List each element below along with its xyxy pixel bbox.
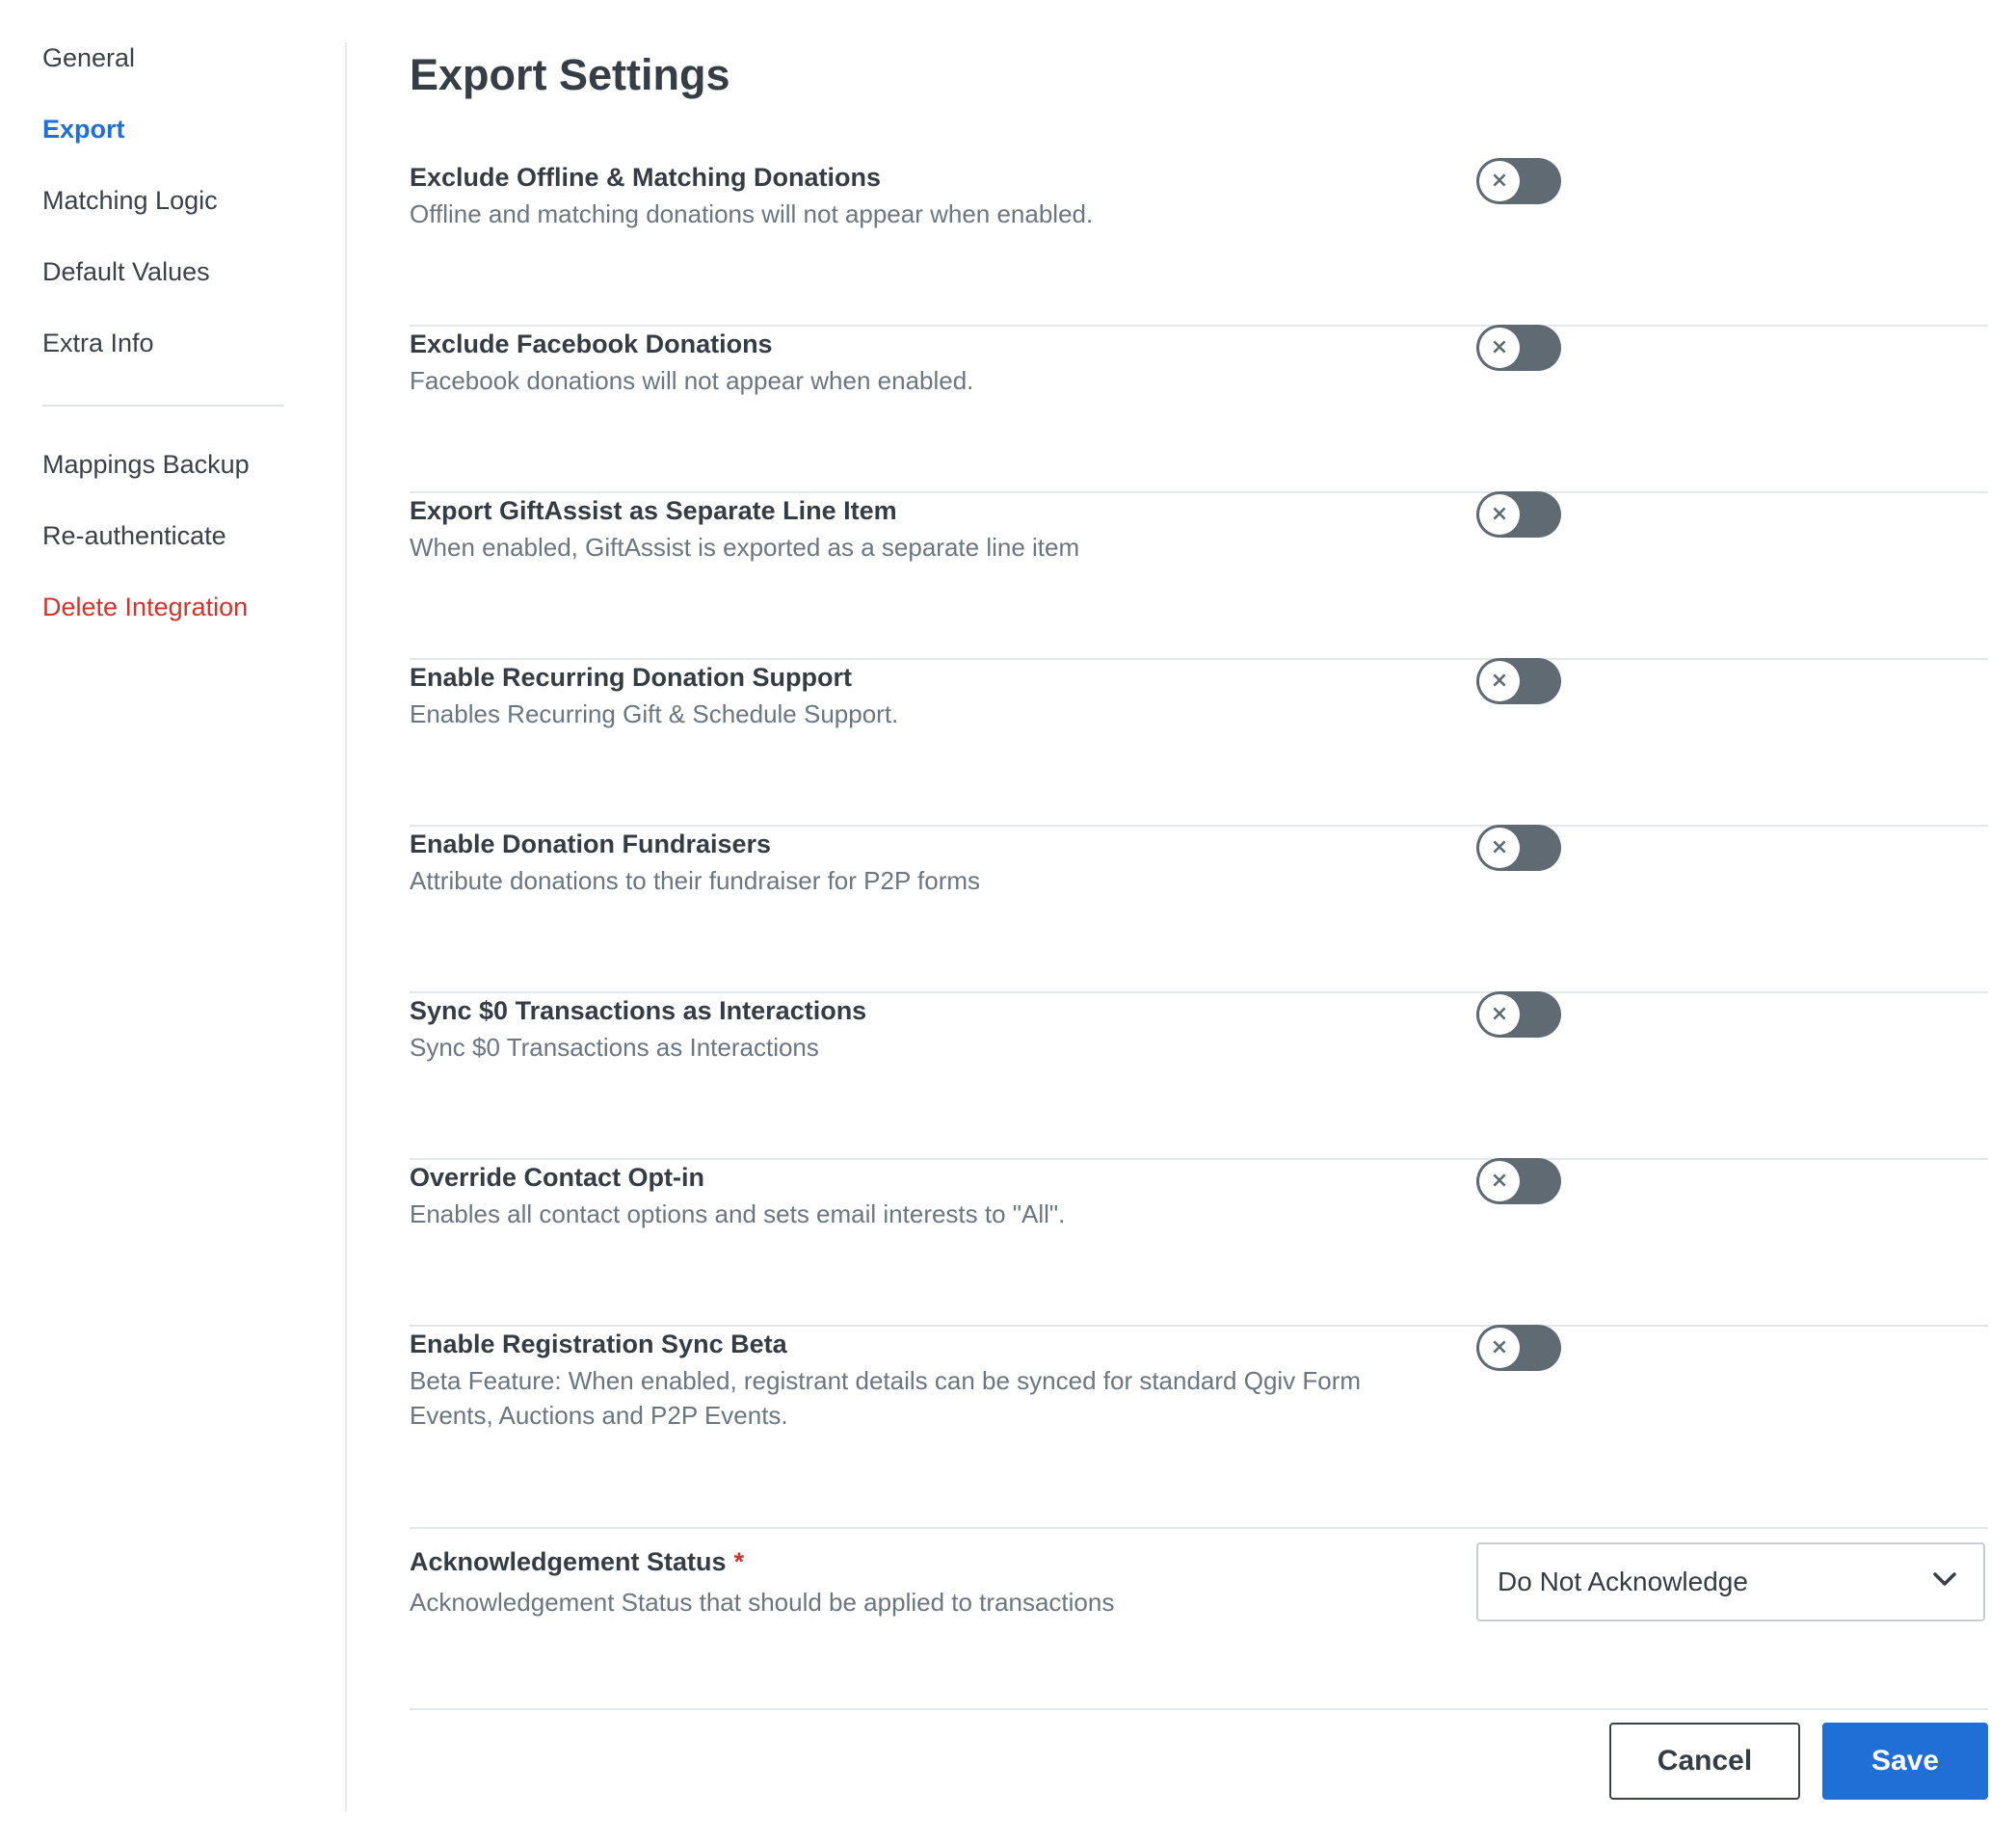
setting-donation-fundraisers: Enable Donation Fundraisers Attribute do…: [410, 825, 1988, 993]
setting-override-opt-in: Override Contact Opt-in Enables all cont…: [410, 1158, 1988, 1327]
setting-sync-zero-transactions: Sync $0 Transactions as Interactions Syn…: [410, 991, 1988, 1160]
sidebar-item-extra-info[interactable]: Extra Info: [42, 314, 283, 385]
setting-title: Enable Registration Sync Beta: [410, 1330, 787, 1358]
acknowledgement-title: Acknowledgement Status: [410, 1547, 727, 1576]
toggle-knob: ×: [1479, 661, 1520, 701]
close-icon: ×: [1490, 1002, 1509, 1026]
setting-title: Exclude Offline & Matching Donations: [410, 163, 882, 192]
setting-title: Enable Recurring Donation Support: [410, 663, 853, 692]
setting-recurring-donation: Enable Recurring Donation Support Enable…: [410, 658, 1988, 827]
main-content: Export Settings Exclude Offline & Matchi…: [410, 39, 1988, 1710]
required-marker: *: [733, 1547, 745, 1576]
close-icon: ×: [1490, 1335, 1509, 1359]
toggle-knob: ×: [1479, 328, 1520, 368]
setting-registration-sync: Enable Registration Sync Beta Beta Featu…: [410, 1325, 1988, 1529]
setting-export-giftassist: Export GiftAssist as Separate Line Item …: [410, 491, 1988, 660]
setting-description: Attribute donations to their fundraiser …: [410, 866, 981, 895]
setting-title: Export GiftAssist as Separate Line Item: [410, 496, 897, 525]
setting-acknowledgement-status: Acknowledgement Status * Acknowledgement …: [410, 1529, 1988, 1710]
registration-sync-toggle[interactable]: ×: [1476, 1325, 1561, 1371]
setting-description: Beta Feature: When enabled, registrant d…: [410, 1366, 1362, 1430]
page-title: Export Settings: [410, 50, 730, 99]
toggle-knob: ×: [1479, 1328, 1520, 1368]
setting-title: Exclude Facebook Donations: [410, 329, 773, 358]
sidebar-item-default-values[interactable]: Default Values: [42, 243, 283, 314]
setting-description: Facebook donations will not appear when …: [410, 366, 974, 395]
override-opt-in-toggle[interactable]: ×: [1476, 1158, 1561, 1204]
close-icon: ×: [1490, 835, 1509, 859]
sidebar-item-general[interactable]: General: [42, 29, 283, 100]
close-icon: ×: [1490, 502, 1509, 526]
exclude-facebook-toggle[interactable]: ×: [1476, 325, 1561, 371]
toggle-knob: ×: [1479, 828, 1520, 868]
close-icon: ×: [1490, 669, 1509, 693]
toggle-knob: ×: [1479, 161, 1520, 201]
sidebar-item-matching-logic[interactable]: Matching Logic: [42, 171, 283, 243]
chevron-down-icon: [1933, 1572, 1956, 1586]
recurring-donation-toggle[interactable]: ×: [1476, 658, 1561, 704]
sidebar-item-delete-integration[interactable]: Delete Integration: [42, 578, 283, 649]
setting-description: When enabled, GiftAssist is exported as …: [410, 533, 1080, 562]
setting-description: Acknowledgement Status that should be ap…: [410, 1588, 1115, 1617]
sidebar-separator: [345, 42, 347, 1811]
export-giftassist-toggle[interactable]: ×: [1476, 491, 1561, 538]
close-icon: ×: [1490, 1169, 1509, 1193]
sidebar-item-export[interactable]: Export: [42, 100, 283, 171]
save-button[interactable]: Save: [1822, 1723, 1988, 1800]
exclude-offline-matching-toggle[interactable]: ×: [1476, 158, 1561, 204]
toggle-knob: ×: [1479, 494, 1520, 535]
sync-zero-transactions-toggle[interactable]: ×: [1476, 991, 1561, 1038]
setting-description: Enables all contact options and sets ema…: [410, 1199, 1066, 1228]
setting-description: Sync $0 Transactions as Interactions: [410, 1033, 819, 1062]
sidebar-item-re-authenticate[interactable]: Re-authenticate: [42, 507, 283, 578]
close-icon: ×: [1490, 335, 1509, 359]
setting-title: Sync $0 Transactions as Interactions: [410, 996, 867, 1025]
sidebar-divider: [42, 405, 283, 407]
select-value: Do Not Acknowledge: [1498, 1567, 1748, 1596]
setting-exclude-offline-matching: Exclude Offline & Matching Donations Off…: [410, 158, 1988, 327]
cancel-button[interactable]: Cancel: [1609, 1723, 1800, 1800]
setting-title: Enable Donation Fundraisers: [410, 830, 772, 858]
sidebar-item-mappings-backup[interactable]: Mappings Backup: [42, 435, 283, 507]
close-icon: ×: [1490, 169, 1509, 193]
setting-description: Enables Recurring Gift & Schedule Suppor…: [410, 699, 899, 728]
donation-fundraisers-toggle[interactable]: ×: [1476, 825, 1561, 871]
setting-exclude-facebook: Exclude Facebook Donations Facebook dona…: [410, 325, 1988, 493]
setting-description: Offline and matching donations will not …: [410, 199, 1094, 228]
setting-title: Acknowledgement Status *: [410, 1544, 1412, 1579]
toggle-knob: ×: [1479, 1161, 1520, 1201]
acknowledgement-status-select[interactable]: Do Not Acknowledge: [1476, 1542, 1985, 1621]
setting-title: Override Contact Opt-in: [410, 1163, 705, 1192]
settings-sidebar: General Export Matching Logic Default Va…: [42, 29, 283, 649]
toggle-knob: ×: [1479, 994, 1520, 1035]
